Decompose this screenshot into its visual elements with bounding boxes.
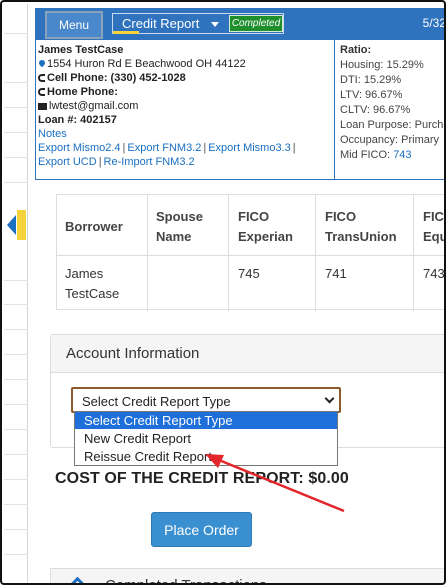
gutter-divider xyxy=(4,404,28,405)
ratio-details: Ratio: Housing: 15.29% DTI: 15.29% LTV: … xyxy=(335,40,444,179)
cell-phone-line: Cell Phone: (330) 452-1028 xyxy=(38,71,334,85)
place-order-button[interactable]: Place Order xyxy=(151,512,252,547)
col-header-spouse: Spouse Name xyxy=(156,209,203,244)
export-links-row2: Export UCD | Re-Import FNM3.2 xyxy=(38,156,195,168)
address-line: 1554 Huron Rd E Beachwood OH 44122 xyxy=(37,57,334,71)
loan-purpose: Loan Purpose: Purch xyxy=(340,119,444,131)
top-bar: Menu Credit Report Completed 5/32 xyxy=(35,8,446,40)
select-value: Select Credit Report Type xyxy=(82,394,231,409)
export-mismo33-link[interactable]: Export Mismo3.3 xyxy=(208,142,291,154)
gutter-divider xyxy=(4,354,28,355)
gutter-divider xyxy=(4,454,28,455)
header-date: 5/32 xyxy=(422,16,446,30)
cell-equifax: 743 xyxy=(423,266,445,281)
collapse-sidebar-icon[interactable] xyxy=(7,215,16,235)
chevron-down-icon[interactable] xyxy=(211,22,219,27)
envelope-icon xyxy=(38,101,48,111)
chevron-down-icon[interactable] xyxy=(324,393,335,404)
gutter-divider xyxy=(4,554,28,555)
option-select-type[interactable]: Select Credit Report Type xyxy=(75,412,337,429)
gutter-divider xyxy=(4,379,28,380)
ratio-ltv: LTV: 96.67% xyxy=(340,89,403,101)
phone-icon xyxy=(38,73,46,83)
cell-experian: 745 xyxy=(238,266,260,281)
credit-report-type-dropdown: Select Credit Report Type New Credit Rep… xyxy=(74,411,338,466)
completed-transactions-title: Completed Transactions xyxy=(105,577,267,583)
status-badge: Completed xyxy=(229,15,283,32)
email-text: lwtest@gmail.com xyxy=(49,100,139,112)
col-header-borrower: Borrower xyxy=(65,219,123,234)
panel-heading: Account Information xyxy=(51,335,444,373)
gutter-divider xyxy=(4,479,28,480)
tab-progress-bar xyxy=(113,31,139,34)
mid-fico: Mid FICO: 743 xyxy=(340,148,444,163)
ratio-cltv: CLTV: 96.67% xyxy=(340,104,411,116)
borrower-info-panel: James TestCase 1554 Huron Rd E Beachwood… xyxy=(35,40,444,180)
gutter-divider xyxy=(4,82,28,83)
credit-report-type-select[interactable]: Select Credit Report Type xyxy=(71,387,341,413)
phone-icon xyxy=(38,87,46,97)
table-divider xyxy=(413,195,414,311)
tab-credit-report[interactable]: Credit Report Completed xyxy=(112,13,284,34)
export-ucd-link[interactable]: Export UCD xyxy=(38,156,97,168)
cell-borrower: James TestCase xyxy=(65,266,120,301)
gutter-divider xyxy=(4,107,28,108)
gutter-divider xyxy=(4,304,28,305)
left-gutter xyxy=(4,4,28,583)
gutter-divider xyxy=(4,182,28,183)
home-phone-text: Home Phone: xyxy=(47,86,118,98)
loan-number: Loan #: 402157 xyxy=(38,114,117,126)
col-header-transunion: FICO TransUnion xyxy=(325,209,397,244)
mid-fico-link[interactable]: 743 xyxy=(393,149,411,161)
occupancy: Occupancy: Primary xyxy=(340,134,440,146)
option-reissue-credit-report[interactable]: Reissue Credit Report xyxy=(75,448,337,465)
export-fnm32-link[interactable]: Export FNM3.2 xyxy=(127,142,201,154)
gutter-divider xyxy=(4,280,28,281)
tab-title: Credit Report xyxy=(122,16,200,31)
mid-fico-label: Mid FICO: xyxy=(340,149,391,161)
gutter-divider xyxy=(4,504,28,505)
ratio-heading: Ratio: xyxy=(340,44,372,56)
address-text: 1554 Huron Rd E Beachwood OH 44122 xyxy=(47,58,246,70)
borrower-details: James TestCase 1554 Huron Rd E Beachwood… xyxy=(36,40,335,179)
gutter-divider xyxy=(4,529,28,530)
completed-transactions-panel[interactable]: Completed Transactions xyxy=(50,568,444,583)
notes-link[interactable]: Notes xyxy=(38,128,67,140)
col-header-equifax: FIC Equ xyxy=(423,209,446,244)
ratio-housing: Housing: 15.29% xyxy=(340,59,424,71)
table-divider xyxy=(315,195,316,311)
gutter-divider xyxy=(4,157,28,158)
score-table: Borrower Spouse Name FICO Experian FICO Tra… xyxy=(56,194,446,311)
cost-label: COST OF THE CREDIT REPORT: $0.00 xyxy=(55,470,349,487)
gutter-divider xyxy=(4,33,28,34)
borrower-name: James TestCase xyxy=(38,44,124,56)
gutter-divider xyxy=(4,132,28,133)
panel-title: Account Information xyxy=(66,345,200,362)
export-links-row1: Export Mismo2.4 | Export FNM3.2 | Export Mis… xyxy=(38,142,296,154)
table-divider xyxy=(228,195,229,311)
reimport-fnm32-link[interactable]: Re-Import FNM3.2 xyxy=(104,156,195,168)
table-divider xyxy=(147,195,148,311)
gutter-highlight xyxy=(17,210,26,240)
col-header-experian: FICO Experian xyxy=(238,209,293,244)
email-line: lwtest@gmail.com xyxy=(38,99,334,113)
map-pin-icon xyxy=(37,58,47,69)
gutter-divider xyxy=(4,329,28,330)
cell-phone-text: Cell Phone: (330) 452-1028 xyxy=(47,72,186,84)
gutter-divider xyxy=(4,429,28,430)
cell-transunion: 741 xyxy=(325,266,347,281)
ratio-dti: DTI: 15.29% xyxy=(340,74,402,86)
option-new-credit-report[interactable]: New Credit Report xyxy=(75,430,337,447)
home-phone-line: Home Phone: xyxy=(38,85,334,99)
menu-button[interactable]: Menu xyxy=(45,11,103,39)
screenshot-frame: Menu Credit Report Completed 5/32 James … xyxy=(0,0,446,585)
export-mismo24-link[interactable]: Export Mismo2.4 xyxy=(38,142,121,154)
chevron-up-icon[interactable] xyxy=(69,576,86,583)
